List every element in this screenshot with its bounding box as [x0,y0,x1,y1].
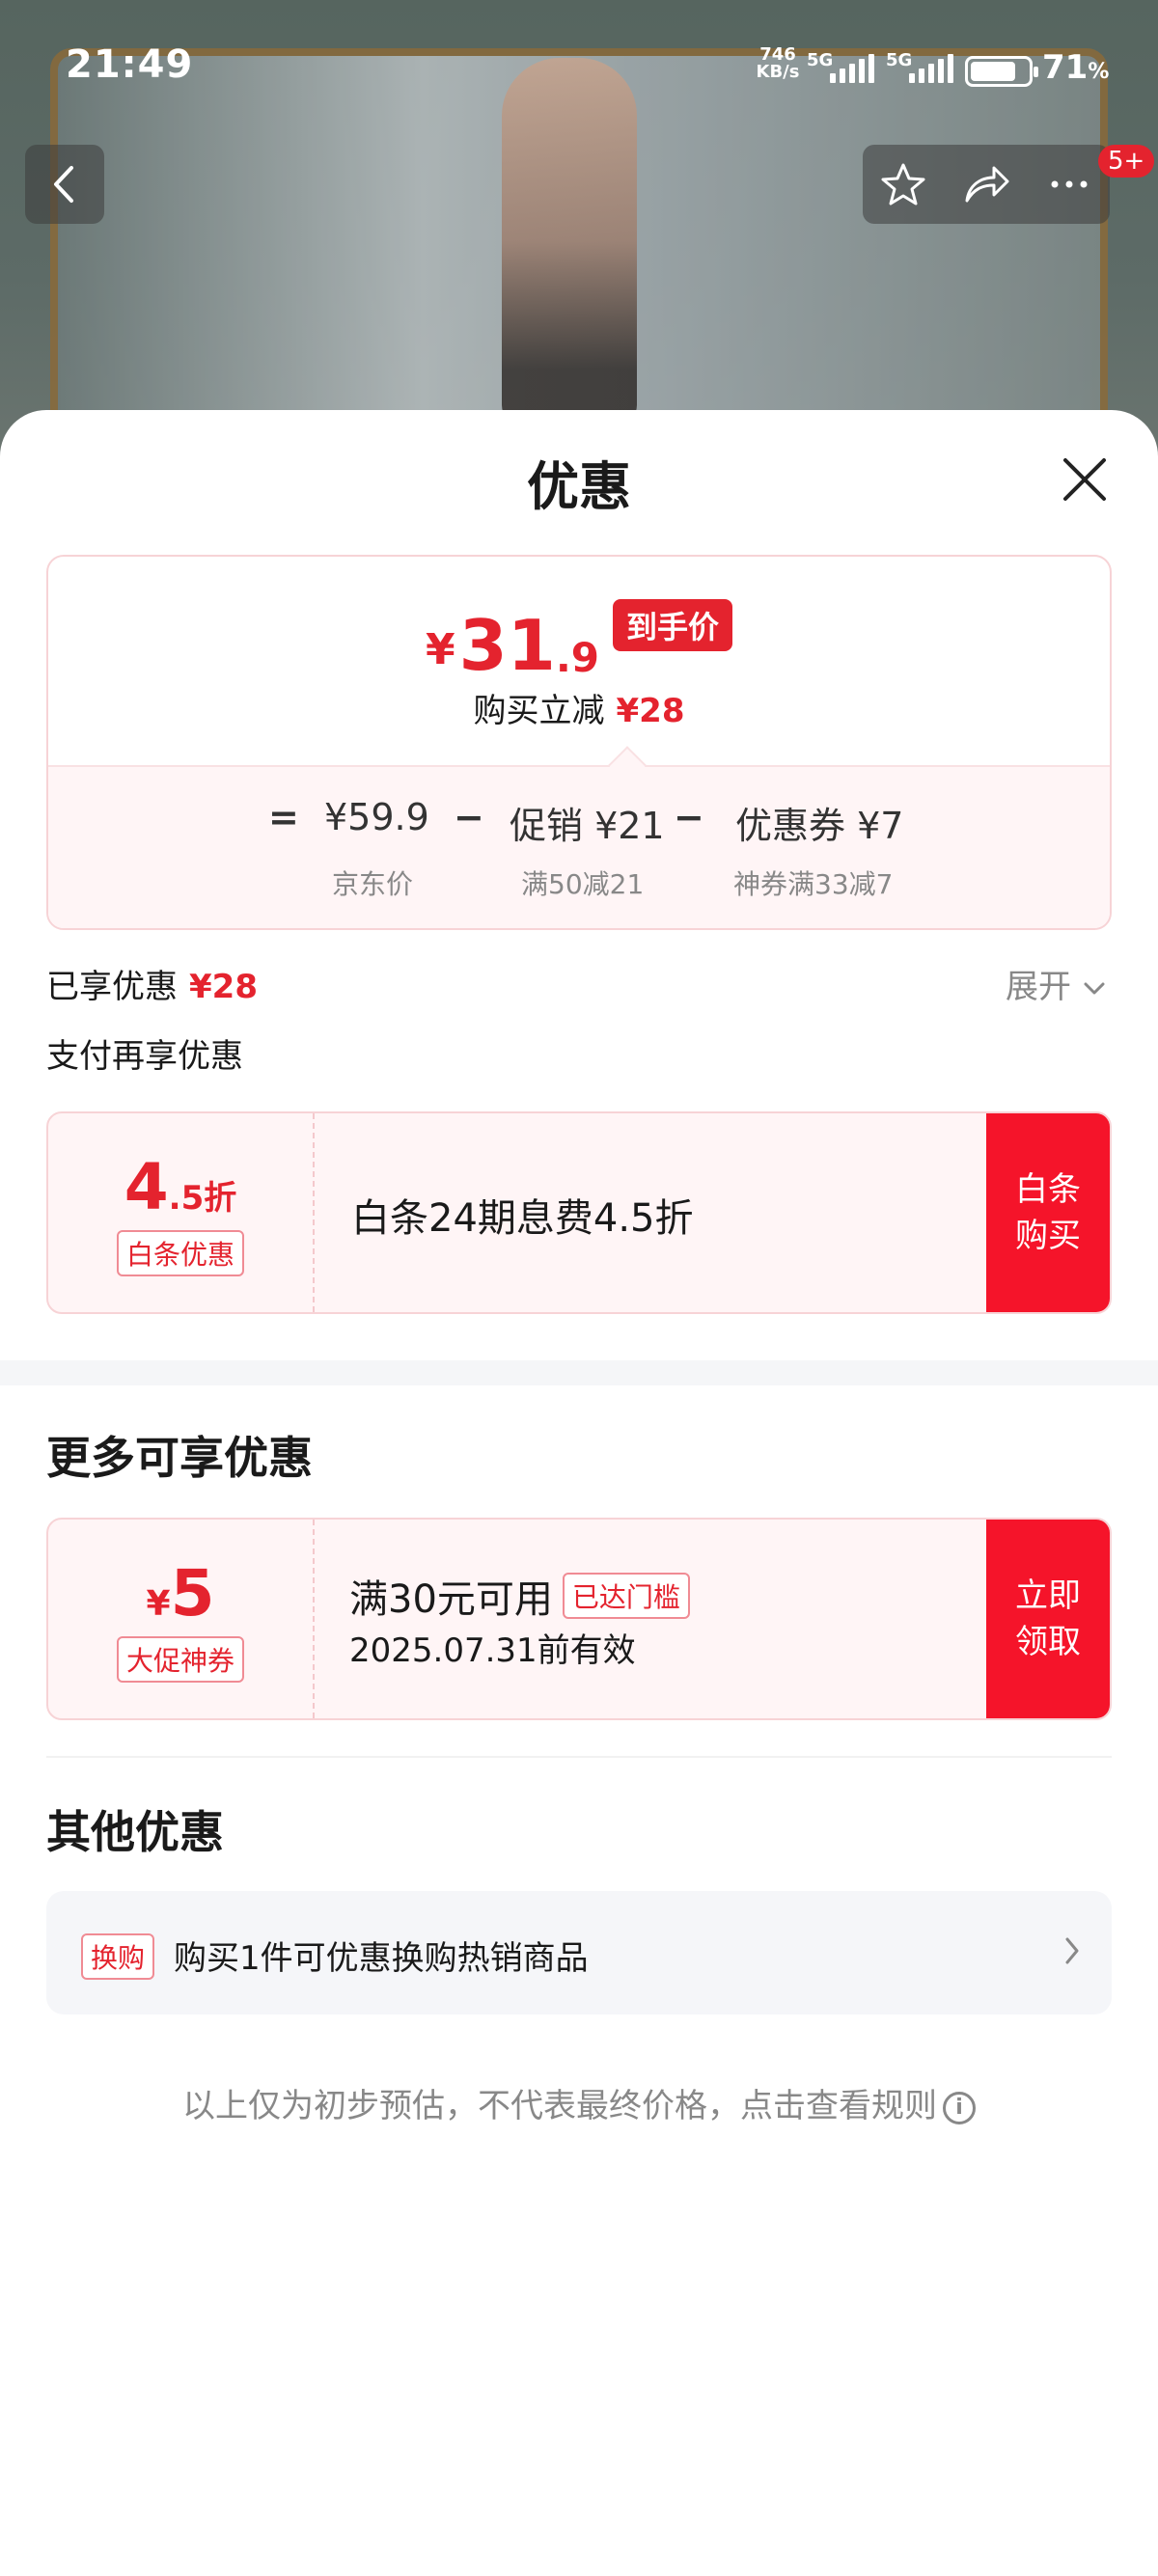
claim-now-button[interactable]: 立即 领取 [986,1520,1110,1718]
shenquan-validity: 2025.07.31前有效 [349,1631,636,1670]
expand-label: 展开 [1006,968,1071,1006]
section-divider [0,1360,1158,1385]
exchange-tag: 换购 [81,1933,155,1980]
shenquan-amount: 5 [170,1555,215,1631]
more-offers-title: 更多可享优惠 [46,1432,313,1484]
reduce-line: 购买立减 ¥28 [48,684,1110,731]
enjoyed-value: ¥28 [189,968,258,1006]
divider-line [46,1756,1112,1758]
shenquan-coupon: ¥5 大促神券 满30元可用 已达门槛 2025.07.31前有效 立即 领取 [46,1518,1112,1720]
enjoyed-label: 已享优惠 [46,968,178,1006]
exchange-offer-text: 购买1件可优惠换购热销商品 [174,1939,589,1978]
final-price-tag: 到手价 [613,599,733,651]
status-bar: 21:49 746 KB/s 5G 5G 71% [0,0,1158,135]
final-price-section: ¥ 31 .9 到手价 购买立减 ¥28 [48,557,1110,765]
more-icon[interactable] [1045,160,1093,208]
baitiao-coupon-left: 4.5折 白条优惠 [48,1113,315,1312]
net-speed-unit: KB/s [756,62,800,82]
baitiao-discount-big: 4 [124,1149,169,1224]
battery-icon [965,56,1038,87]
chevron-down-icon [1084,982,1105,995]
enjoyed-discount: 已享优惠 ¥28 [46,960,258,1007]
minus-sign-1: − [454,796,484,838]
shenquan-currency: ¥ [146,1583,171,1624]
expand-button[interactable]: 展开 [1006,960,1107,1007]
reduce-value: ¥28 [616,692,685,730]
baitiao-discount: 4.5折 [124,1150,237,1224]
baitiao-desc: 白条24期息费4.5折 [351,1196,694,1241]
equals-sign: = [268,796,299,838]
price-card: ¥ 31 .9 到手价 购买立减 ¥28 = ¥59.9 − 促销 ¥21 − 优… [46,555,1112,930]
other-offers-title: 其他优惠 [46,1806,224,1858]
minus-sign-2: − [674,796,704,838]
close-icon[interactable] [1060,454,1110,505]
final-price-currency: ¥ [425,625,455,674]
top-actions [863,145,1110,224]
chevron-right-icon [1065,1937,1079,1964]
battery-value: 71 [1042,48,1089,87]
baitiao-discount-small: .5折 [168,1178,237,1218]
shenquan-condition-row: 满30元可用 已达门槛 [349,1568,690,1624]
discount-sheet: 优惠 ¥ 31 .9 到手价 购买立减 ¥28 = ¥59.9 − 促销 ¥21 … [0,410,1158,2576]
shenquan-value: ¥5 [147,1556,215,1631]
threshold-reached-tag: 已达门槛 [562,1573,690,1619]
shenquan-tag: 大促神券 [116,1635,244,1683]
jd-price-label: 京东价 [332,868,414,900]
reduce-label: 购买立减 [473,692,605,730]
info-icon: i [943,2091,976,2124]
baitiao-coupon: 4.5折 白条优惠 白条24期息费4.5折 白条 购买 [46,1111,1112,1314]
battery-unit: % [1088,60,1110,84]
status-time: 21:49 [66,42,194,87]
star-icon[interactable] [879,160,927,208]
promo-amount: 促销 ¥21 [510,805,665,847]
signal-icon [830,54,874,83]
signal-icon-2 [909,54,953,83]
chevron-left-icon [54,166,73,203]
battery-level: 71% [1042,48,1109,87]
message-badge: 5+ [1098,145,1155,178]
coupon-label: 神券满33减7 [733,868,894,900]
coupon-amount: 优惠券 ¥7 [735,805,904,847]
share-icon[interactable] [961,160,1011,208]
shenquan-condition: 满30元可用 [349,1577,553,1622]
sheet-title: 优惠 [527,456,631,517]
shenquan-coupon-left: ¥5 大促神券 [48,1520,315,1718]
baitiao-buy-button[interactable]: 白条 购买 [986,1113,1110,1312]
final-price-decimal: .9 [555,634,599,681]
final-price: ¥ 31 .9 到手价 [48,599,1110,680]
final-price-integer: 31 [458,605,556,686]
rules-note[interactable]: 以上仅为初步预估，不代表最终价格，点击查看规则 i [0,2079,1158,2126]
promo-label: 满50减21 [521,868,645,900]
jd-price: ¥59.9 [324,796,429,838]
exchange-offer-row[interactable]: 换购 购买1件可优惠换购热销商品 [46,1891,1112,2014]
rules-note-text: 以上仅为初步预估，不代表最终价格，点击查看规则 [182,2087,937,2125]
net-speed: 746 KB/s [751,46,805,81]
back-button[interactable] [25,145,104,224]
baitiao-tag: 白条优惠 [116,1229,244,1276]
pay-more-label: 支付再享优惠 [46,1037,243,1076]
price-breakdown: = ¥59.9 − 促销 ¥21 − 优惠券 ¥7 京东价 满50减21 神券满… [48,746,1110,928]
